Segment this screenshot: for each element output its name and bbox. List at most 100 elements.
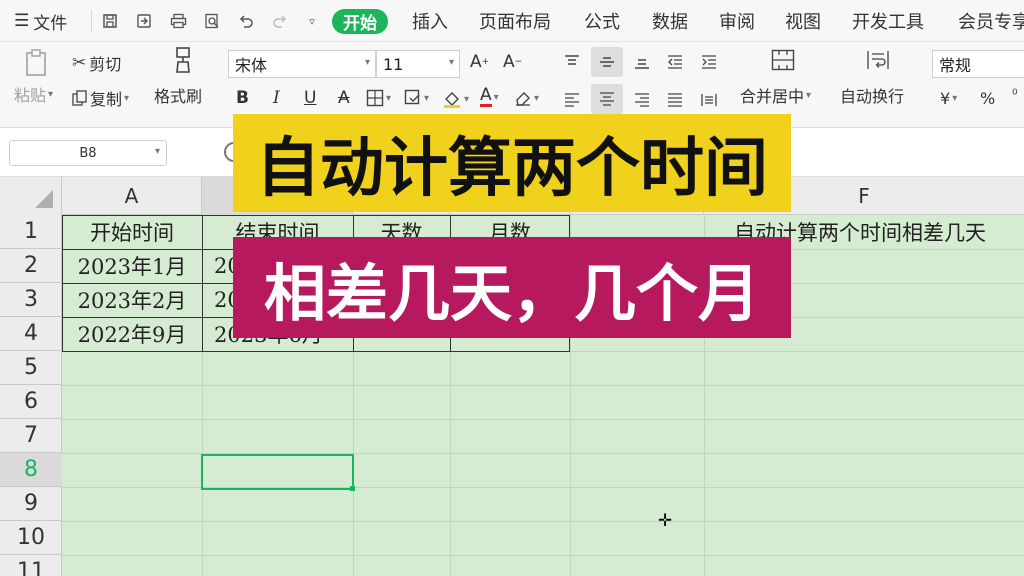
- font-size-select[interactable]: 11 ▾: [376, 50, 460, 78]
- tab-developer[interactable]: 开发工具: [852, 0, 924, 42]
- select-all-triangle-icon: [35, 190, 53, 208]
- cell-a2[interactable]: 2023年1月: [62, 249, 202, 283]
- chevron-down-icon: ▾: [534, 92, 540, 104]
- cell-a3[interactable]: 2023年2月: [62, 283, 202, 317]
- tab-view[interactable]: 视图: [785, 0, 821, 42]
- font-color-icon[interactable]: A ▾: [480, 87, 499, 107]
- underline-icon[interactable]: U: [304, 88, 316, 108]
- row-header-selected[interactable]: 8: [0, 453, 62, 487]
- row-header[interactable]: 10: [0, 521, 62, 555]
- wrap-text-icon[interactable]: [866, 49, 890, 71]
- format-painter-button[interactable]: 格式刷: [154, 83, 202, 107]
- tab-member[interactable]: 会员专享: [958, 0, 1024, 42]
- name-box[interactable]: B8 ▾: [9, 140, 167, 166]
- column-header-a[interactable]: A: [62, 177, 202, 215]
- tab-insert[interactable]: 插入: [412, 0, 448, 42]
- wrap-text-button[interactable]: 自动换行: [840, 83, 904, 107]
- cell-cursor-icon: ✛: [658, 511, 673, 531]
- fill-handle[interactable]: [350, 486, 355, 491]
- tab-review[interactable]: 审阅: [719, 0, 755, 42]
- align-middle-icon[interactable]: [591, 47, 623, 77]
- decrease-indent-icon[interactable]: [667, 52, 685, 72]
- justify-icon[interactable]: [667, 90, 685, 110]
- tab-data[interactable]: 数据: [652, 0, 688, 42]
- chevron-down-icon: ▾: [952, 93, 958, 104]
- chevron-down-icon: ▾: [464, 93, 470, 105]
- file-menu[interactable]: ☰ 文件: [14, 0, 67, 42]
- more-quick-access-icon[interactable]: ▿: [300, 9, 324, 33]
- percent-format-button[interactable]: %: [980, 89, 995, 108]
- chevron-down-icon: ▾: [48, 88, 54, 100]
- merge-center-button[interactable]: 合并居中 ▾: [740, 83, 811, 107]
- paste-label: 粘贴: [14, 86, 47, 105]
- row-header[interactable]: 4: [0, 317, 62, 351]
- row-header[interactable]: 3: [0, 283, 62, 317]
- title-banner-line1: 自动计算两个时间: [233, 114, 791, 212]
- decrease-font-size-icon[interactable]: A −: [503, 52, 522, 72]
- cut-button[interactable]: ✂ 剪切: [72, 51, 121, 75]
- merge-center-icon[interactable]: [771, 49, 795, 71]
- active-cell-selection[interactable]: [201, 454, 354, 490]
- font-name-value: 宋体: [235, 56, 268, 75]
- file-menu-label: 文件: [33, 13, 68, 34]
- align-center-icon[interactable]: [591, 84, 623, 114]
- align-top-icon[interactable]: [564, 52, 582, 72]
- increase-font-size-icon[interactable]: A +: [470, 52, 489, 72]
- print-preview-icon[interactable]: [200, 9, 224, 33]
- font-name-select[interactable]: 宋体 ▾: [228, 50, 376, 78]
- cut-label: 剪切: [89, 55, 122, 74]
- menubar-divider: [91, 10, 92, 32]
- select-all-corner[interactable]: [0, 177, 62, 215]
- menu-bar: ☰ 文件 ▿ 开始 插入 页面布局 公式 数据 审阅 视图 开发工具 会员专享: [0, 0, 1024, 42]
- name-box-value: B8: [79, 145, 97, 161]
- cell-a1[interactable]: 开始时间: [62, 215, 202, 249]
- paste-icon[interactable]: [22, 48, 52, 78]
- row-header[interactable]: 7: [0, 419, 62, 453]
- gridline: [62, 555, 1024, 556]
- tab-home[interactable]: 开始: [332, 9, 388, 34]
- tab-page-layout[interactable]: 页面布局: [479, 0, 551, 42]
- cell-style-icon[interactable]: ▾: [404, 89, 429, 107]
- title-banner-line2: 相差几天，几个月: [233, 237, 791, 338]
- row-header[interactable]: 9: [0, 487, 62, 521]
- chevron-down-icon: ▾: [386, 92, 392, 104]
- undo-icon[interactable]: [234, 9, 258, 33]
- align-bottom-icon[interactable]: [634, 52, 652, 72]
- decimal-format-icon[interactable]: ⁰: [1012, 87, 1018, 103]
- chevron-down-icon: ▾: [448, 57, 454, 68]
- row-header[interactable]: 6: [0, 385, 62, 419]
- gridline: [62, 521, 1024, 522]
- row-header[interactable]: 5: [0, 351, 62, 385]
- merge-center-label: 合并居中: [740, 87, 805, 106]
- number-format-value: 常规: [939, 56, 972, 75]
- chevron-down-icon: ▾: [154, 146, 160, 157]
- bold-icon[interactable]: B: [236, 88, 249, 108]
- fill-color-icon[interactable]: ▾: [442, 89, 469, 109]
- align-right-icon[interactable]: [634, 90, 652, 110]
- chevron-down-icon: ▾: [493, 91, 499, 103]
- print-icon[interactable]: [166, 9, 190, 33]
- tab-formulas[interactable]: 公式: [584, 0, 620, 42]
- chevron-down-icon: ▾: [424, 92, 430, 104]
- distributed-align-icon[interactable]: [701, 90, 719, 110]
- cell-a4[interactable]: 2022年9月: [62, 317, 202, 351]
- borders-icon[interactable]: ▾: [366, 89, 391, 107]
- align-left-icon[interactable]: [564, 90, 582, 110]
- currency-format-button[interactable]: ¥ ▾: [940, 89, 957, 108]
- copy-button[interactable]: 复制 ▾: [72, 86, 129, 110]
- increase-indent-icon[interactable]: [701, 52, 719, 72]
- export-icon[interactable]: [132, 9, 156, 33]
- row-header[interactable]: 11: [0, 555, 62, 576]
- strikethrough-icon[interactable]: A: [338, 88, 350, 108]
- clear-format-icon[interactable]: ▾: [514, 89, 539, 107]
- redo-icon[interactable]: [268, 9, 292, 33]
- hamburger-icon: ☰: [14, 11, 30, 31]
- chevron-down-icon: ▾: [364, 57, 370, 68]
- save-icon[interactable]: [98, 9, 122, 33]
- format-painter-icon[interactable]: [172, 46, 194, 76]
- row-header[interactable]: 1: [0, 215, 62, 249]
- row-header[interactable]: 2: [0, 249, 62, 283]
- italic-icon[interactable]: I: [273, 88, 280, 108]
- number-format-select[interactable]: 常规: [932, 50, 1024, 78]
- paste-button[interactable]: 粘贴 ▾: [14, 82, 53, 106]
